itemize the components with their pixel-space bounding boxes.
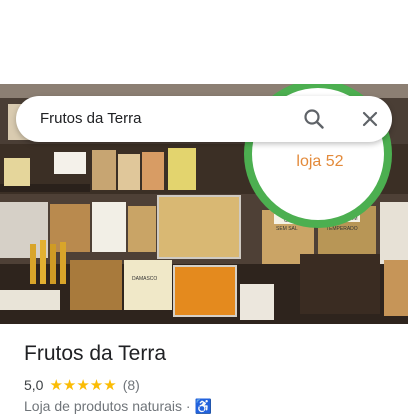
- bag-label-text: TEMPERADO: [326, 226, 358, 232]
- search-icon: [304, 109, 324, 129]
- search-button[interactable]: [300, 105, 328, 133]
- review-count[interactable]: (8): [123, 377, 140, 393]
- wheelchair-icon: ♿: [194, 398, 212, 414]
- rating-row[interactable]: 5,0 ★★★★★ (8): [24, 376, 140, 394]
- close-icon: [362, 111, 378, 127]
- rating-value: 5,0: [24, 377, 44, 393]
- place-name: Frutos da Terra: [24, 342, 167, 365]
- top-blank-area: [0, 0, 408, 84]
- search-input[interactable]: Frutos da Terra: [40, 96, 141, 142]
- store-sign-text: loja 52: [296, 153, 343, 170]
- clear-search-button[interactable]: [356, 105, 384, 133]
- bag-label-text: SEM SAL: [276, 226, 298, 232]
- category-row: Loja de produtos naturais · ♿: [24, 398, 212, 415]
- star-rating-icon: ★★★★★: [49, 377, 117, 394]
- place-info-panel: Frutos da Terra 5,0 ★★★★★ (8) Loja de pr…: [0, 324, 408, 414]
- place-category: Loja de produtos naturais ·: [24, 398, 195, 414]
- bag-label-text: DAMASCO: [132, 276, 157, 282]
- search-bar[interactable]: Frutos da Terra: [16, 96, 392, 142]
